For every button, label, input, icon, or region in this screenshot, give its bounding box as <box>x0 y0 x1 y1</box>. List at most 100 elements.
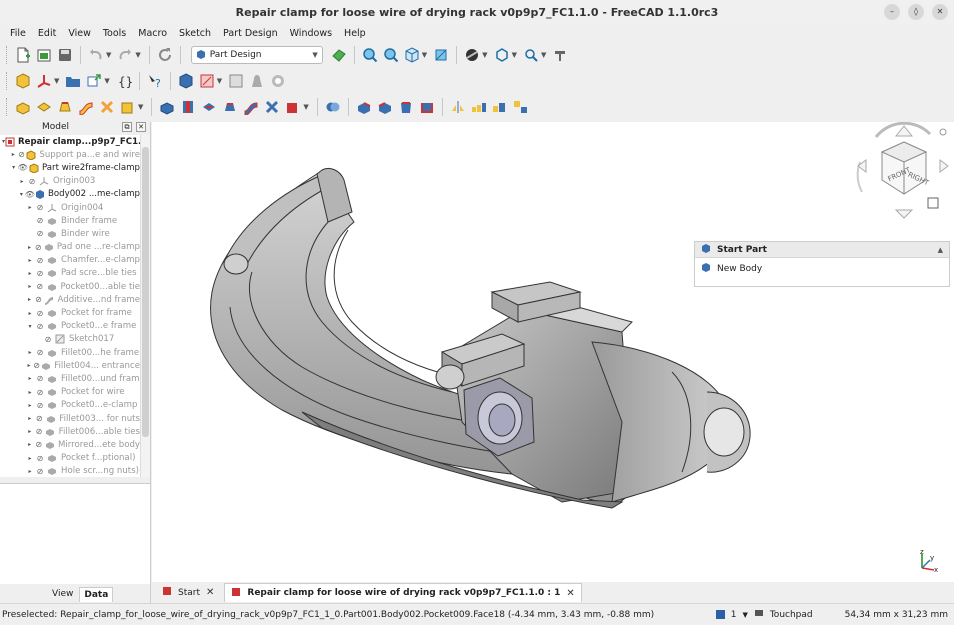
undo-icon[interactable] <box>87 46 105 64</box>
fit-selection-icon[interactable] <box>382 46 400 64</box>
hidden-eye-icon[interactable]: ⊘ <box>32 361 41 370</box>
redo-dropdown-icon[interactable]: ▼ <box>135 51 140 59</box>
collapsed-arrow-icon[interactable]: ▸ <box>26 349 34 356</box>
subtractive-loft-icon[interactable] <box>221 98 239 116</box>
refresh-icon[interactable] <box>156 46 174 64</box>
tree-item[interactable]: ⊘ Binder wire <box>0 227 140 240</box>
expanded-arrow-icon[interactable]: ▾ <box>10 164 17 171</box>
model-tree[interactable]: ▾Repair clamp...p9p7_FC1.1.0▸⊘Support pa… <box>0 135 140 477</box>
visible-eye-icon[interactable]: 👁 <box>25 190 35 199</box>
draft-icon[interactable] <box>397 98 415 116</box>
hidden-eye-icon[interactable]: ⊘ <box>34 322 46 331</box>
menu-tools[interactable]: Tools <box>97 28 132 39</box>
hidden-eye-icon[interactable]: ⊘ <box>34 256 46 265</box>
mirrored-icon[interactable] <box>449 98 467 116</box>
fit-all-icon[interactable] <box>361 46 379 64</box>
workbench-selector[interactable]: Part Design ▼ <box>190 46 323 64</box>
page-number[interactable]: 1 <box>731 610 737 620</box>
tree-item[interactable]: ▾Repair clamp...p9p7_FC1.1.0 <box>0 135 140 148</box>
hidden-eye-icon[interactable]: ⊘ <box>17 150 27 159</box>
additive-helix-icon[interactable] <box>98 98 116 116</box>
task-panel-header[interactable]: Start Part ▲ <box>695 242 949 258</box>
tree-item[interactable]: ⊘ Binder frame <box>0 214 140 227</box>
tree-item[interactable]: ▸ ⊘ Support pa...e and wire <box>0 148 140 161</box>
menu-help[interactable]: Help <box>338 28 372 39</box>
create-part-icon[interactable] <box>14 72 32 90</box>
pocket-icon[interactable] <box>158 98 176 116</box>
tab-document[interactable]: Repair clamp for loose wire of drying ra… <box>224 583 582 602</box>
hidden-eye-icon[interactable]: ⊘ <box>34 216 46 225</box>
tree-item[interactable]: ▸ ⊘ Origin004 <box>0 201 140 214</box>
collapsed-arrow-icon[interactable]: ▸ <box>18 178 26 185</box>
primitive-dropdown-icon[interactable]: ▼ <box>138 103 143 111</box>
close-tab-icon[interactable]: ✕ <box>566 588 574 599</box>
hidden-eye-icon[interactable]: ⊘ <box>33 295 44 304</box>
tree-item[interactable]: ▸ ⊘ Pocket0...e-clamp <box>0 399 140 412</box>
subtractive-primitive-icon[interactable] <box>284 98 302 116</box>
hidden-eye-icon[interactable]: ⊘ <box>33 427 44 436</box>
new-document-icon[interactable] <box>14 46 32 64</box>
minimize-button[interactable]: – <box>884 4 900 20</box>
scrollbar-thumb[interactable] <box>142 147 149 437</box>
menu-sketch[interactable]: Sketch <box>173 28 217 39</box>
3d-view[interactable]: FRONT RIGHT z x y <box>152 122 954 582</box>
tree-item[interactable]: ▸ ⊘ Fillet003... for nuts <box>0 412 140 425</box>
chamfer-icon[interactable] <box>376 98 394 116</box>
menu-file[interactable]: File <box>4 28 32 39</box>
subtractive-pipe-icon[interactable] <box>242 98 260 116</box>
hidden-eye-icon[interactable]: ⊘ <box>34 348 46 357</box>
subtractive-helix-icon[interactable] <box>263 98 281 116</box>
bounding-box-icon[interactable] <box>493 46 511 64</box>
close-panel-button[interactable]: ✕ <box>136 122 146 132</box>
tree-item[interactable]: ▸ ⊘ Additive...nd frame <box>0 293 140 306</box>
tab-view[interactable]: View <box>48 587 77 601</box>
collapsed-arrow-icon[interactable]: ▸ <box>26 296 33 303</box>
additive-pipe-icon[interactable] <box>77 98 95 116</box>
hidden-eye-icon[interactable]: ⊘ <box>34 374 46 383</box>
hidden-eye-icon[interactable]: ⊘ <box>33 440 44 449</box>
box-dropdown-icon[interactable]: ▼ <box>512 51 517 59</box>
float-panel-button[interactable]: ⧉ <box>122 122 132 132</box>
tree-item[interactable]: ▸ ⊘ Origin003 <box>0 175 140 188</box>
menu-view[interactable]: View <box>62 28 97 39</box>
multitransform-icon[interactable] <box>512 98 530 116</box>
groove-icon[interactable] <box>200 98 218 116</box>
measure-dropdown-icon[interactable]: ▼ <box>541 51 546 59</box>
toolbar-grip[interactable] <box>6 98 9 116</box>
clamp-model[interactable] <box>152 122 954 582</box>
tab-start[interactable]: Start ✕ <box>156 583 220 602</box>
visible-eye-icon[interactable]: 👁 <box>17 163 28 172</box>
additive-loft-icon[interactable] <box>56 98 74 116</box>
menu-macro[interactable]: Macro <box>132 28 173 39</box>
hidden-eye-icon[interactable]: ⊘ <box>33 243 43 252</box>
tree-item[interactable]: ▸ ⊘ Fillet004... entrance <box>0 359 140 372</box>
tree-item[interactable]: ▸ ⊘ Fillet006...able ties <box>0 425 140 438</box>
hidden-eye-icon[interactable]: ⊘ <box>34 309 46 318</box>
collapsed-arrow-icon[interactable]: ▸ <box>26 257 34 264</box>
tree-item[interactable]: ▸ ⊘ Fillet00...he frame <box>0 346 140 359</box>
open-document-icon[interactable] <box>35 46 53 64</box>
part-workbench-icon[interactable] <box>330 46 348 64</box>
hole-icon[interactable] <box>179 98 197 116</box>
collapsed-arrow-icon[interactable]: ▸ <box>26 468 34 475</box>
tree-item[interactable]: ▸ ⊘ Pocket for wire <box>0 386 140 399</box>
collapsed-arrow-icon[interactable]: ▸ <box>26 244 33 251</box>
tree-scrollbar[interactable] <box>140 135 150 477</box>
tree-item[interactable]: ▸ ⊘ Fillet00...und fram <box>0 372 140 385</box>
shape-binder-icon[interactable] <box>269 72 287 90</box>
menu-edit[interactable]: Edit <box>32 28 62 39</box>
view-dropdown-icon[interactable]: ▼ <box>422 51 427 59</box>
tree-item[interactable]: ▸ ⊘ Pad scre...ble ties <box>0 267 140 280</box>
menu-windows[interactable]: Windows <box>284 28 338 39</box>
collapsed-arrow-icon[interactable]: ▸ <box>26 310 34 317</box>
collapsed-arrow-icon[interactable]: ▸ <box>26 428 33 435</box>
restore-button[interactable]: ◊ <box>908 4 924 20</box>
tree-item[interactable]: ▾ 👁 Part wire2frame-clamp <box>0 161 140 174</box>
tree-item[interactable]: ▸ ⊘ Hole scr...ng nuts) <box>0 465 140 477</box>
navigation-cube[interactable]: FRONT RIGHT <box>852 122 954 222</box>
tree-item[interactable]: ▾ ⊘ Pocket0...e frame <box>0 320 140 333</box>
create-origin-icon[interactable] <box>35 72 53 90</box>
origin-dropdown-icon[interactable]: ▼ <box>54 77 59 85</box>
hidden-eye-icon[interactable]: ⊘ <box>34 414 45 423</box>
save-icon[interactable] <box>56 46 74 64</box>
